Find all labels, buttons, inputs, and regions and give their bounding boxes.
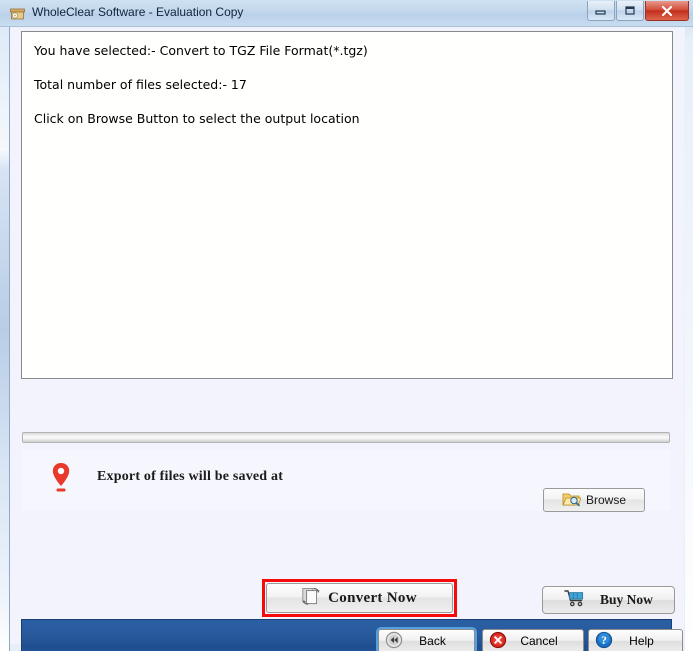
status-line-selection: You have selected:- Convert to TGZ File … [34, 43, 368, 58]
window-left-glass-edge [0, 0, 9, 651]
help-button-label: Help [629, 634, 654, 648]
export-location-label: Export of files will be saved at [97, 469, 284, 484]
convert-now-button[interactable]: Convert Now [266, 583, 453, 613]
client-area: You have selected:- Convert to TGZ File … [10, 28, 684, 651]
shopping-cart-icon [564, 589, 586, 611]
cancel-icon [489, 631, 507, 651]
status-text-panel: You have selected:- Convert to TGZ File … [21, 31, 673, 379]
minimize-icon[interactable] [587, 1, 615, 21]
window-controls [586, 1, 689, 21]
footer-bar: Back Cancel ? Help [21, 619, 683, 651]
cancel-button[interactable]: Cancel [482, 629, 584, 651]
close-icon[interactable] [645, 1, 689, 21]
browse-button-label: Browse [585, 493, 626, 507]
box-icon [9, 5, 26, 22]
rewind-icon [385, 631, 403, 651]
status-line-instruction: Click on Browse Button to select the out… [34, 111, 360, 126]
back-button[interactable]: Back [376, 627, 477, 651]
maximize-icon[interactable] [616, 1, 644, 21]
title-bar: WholeClear Software - Evaluation Copy [0, 0, 693, 27]
help-icon: ? [595, 631, 613, 651]
cancel-button-label: Cancel [520, 634, 558, 648]
progress-bar [22, 432, 670, 443]
back-button-label: Back [419, 634, 446, 648]
browse-button[interactable]: Browse [543, 488, 645, 512]
status-line-file-count: Total number of files selected:- 17 [34, 77, 247, 92]
window-title: WholeClear Software - Evaluation Copy [32, 5, 244, 19]
folder-search-icon [562, 491, 582, 510]
location-pin-icon [51, 462, 71, 496]
copy-files-icon [302, 586, 320, 611]
export-location-row: Export of files will be saved at Browse [22, 450, 670, 512]
window-right-glass-edge [685, 0, 693, 651]
svg-text:?: ? [601, 635, 607, 647]
application-window: WholeClear Software - Evaluation Copy Yo… [0, 0, 693, 651]
help-button[interactable]: ? Help [588, 629, 683, 651]
buy-now-button[interactable]: Buy Now [542, 586, 675, 614]
buy-now-label: Buy Now [600, 592, 653, 607]
convert-now-label: Convert Now [328, 589, 417, 606]
